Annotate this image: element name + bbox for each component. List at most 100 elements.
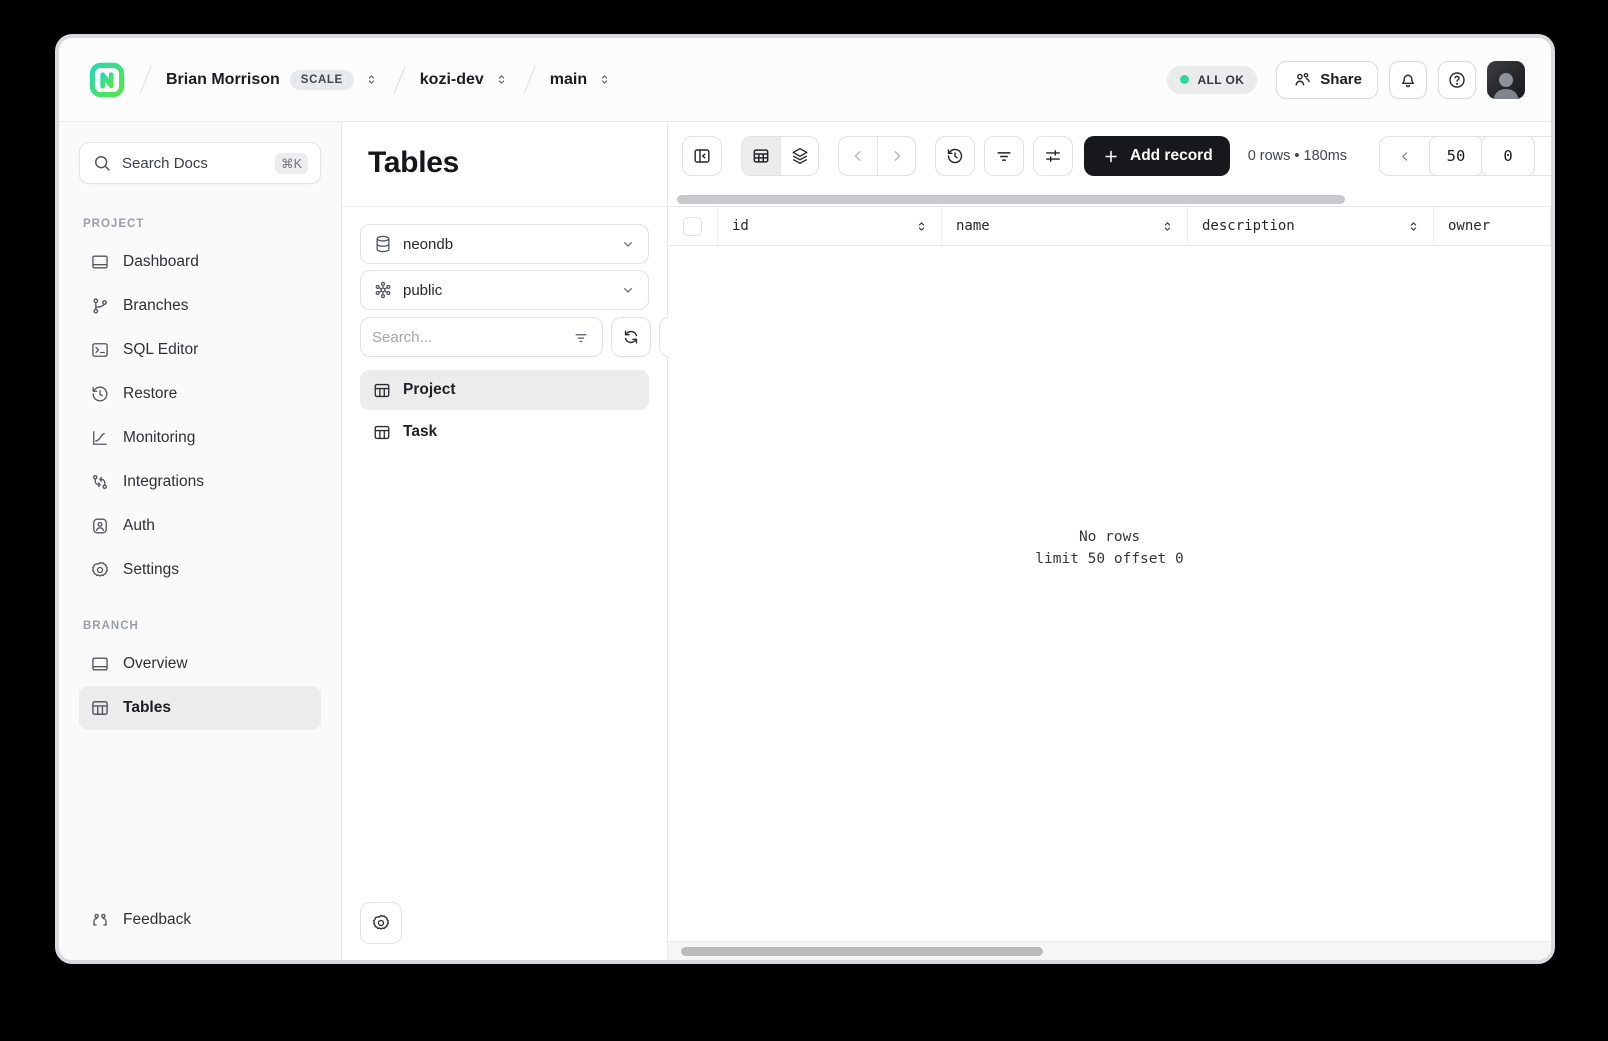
- next-page-button[interactable]: [877, 137, 915, 175]
- prev-page-button[interactable]: [839, 137, 877, 175]
- sidebar-item-settings[interactable]: Settings: [79, 548, 321, 592]
- sidebar-item-tables[interactable]: Tables: [79, 686, 321, 730]
- layers-view-button[interactable]: [780, 137, 818, 175]
- scrollbar-thumb[interactable]: [681, 947, 1043, 956]
- breadcrumb-branch[interactable]: main: [550, 71, 612, 89]
- filter-icon[interactable]: [571, 328, 591, 346]
- sidebar: Search Docs ⌘K PROJECT Dashboard Branche…: [59, 122, 342, 960]
- grid-horizontal-scrollbar-top[interactable]: [668, 193, 1551, 206]
- grid-view-icon: [753, 149, 769, 163]
- chevron-updown-icon: [601, 75, 608, 84]
- breadcrumb-project[interactable]: kozi-dev: [420, 71, 509, 89]
- filter-button[interactable]: [984, 136, 1024, 176]
- table-item-label: Task: [403, 423, 438, 440]
- sort-icon[interactable]: [914, 219, 929, 234]
- sidebar-item-label: Monitoring: [123, 429, 196, 446]
- database-select[interactable]: neondb: [360, 224, 649, 264]
- sidebar-item-label: Feedback: [123, 911, 192, 928]
- collapse-panel-button[interactable]: [682, 136, 722, 176]
- search-docs-button[interactable]: Search Docs ⌘K: [79, 142, 321, 184]
- tables-panel-footer: [342, 902, 667, 960]
- help-button[interactable]: [1438, 60, 1476, 99]
- project-name: kozi-dev: [419, 70, 484, 88]
- query-stats: 0 rows • 180ms: [1247, 148, 1348, 164]
- offset-input[interactable]: 0: [1481, 137, 1535, 175]
- refresh-button[interactable]: [611, 317, 651, 357]
- restore-icon: [92, 386, 108, 402]
- grid-body: No rows limit 50 offset 0: [668, 246, 1551, 941]
- grid-header-row: id name description owner: [668, 206, 1551, 246]
- grid-view-button[interactable]: [742, 137, 780, 175]
- breadcrumb-org[interactable]: Brian Morrison SCALE: [166, 69, 379, 90]
- tables-icon: [92, 701, 108, 715]
- sidebar-item-label: Auth: [123, 517, 155, 534]
- neon-logo[interactable]: [89, 62, 125, 98]
- auth-badge-icon: [93, 518, 107, 534]
- status-badge[interactable]: ALL OK: [1167, 65, 1258, 94]
- select-all-cell: [668, 207, 718, 245]
- pagination-control: 50 0: [1379, 136, 1551, 176]
- table-search-field[interactable]: [360, 317, 603, 357]
- table-search-input[interactable]: [372, 328, 571, 346]
- table-list-item-task[interactable]: Task: [360, 412, 649, 452]
- scrollbar-thumb[interactable]: [677, 195, 1345, 204]
- monitoring-icon: [93, 431, 107, 445]
- sidebar-item-integrations[interactable]: Integrations: [79, 460, 321, 504]
- breadcrumb-separator: [523, 65, 536, 94]
- sidebar-item-feedback[interactable]: Feedback: [79, 898, 321, 942]
- panel-settings-button[interactable]: [360, 902, 402, 944]
- sidebar-item-label: Integrations: [123, 473, 204, 490]
- column-header-owner[interactable]: owner: [1434, 207, 1551, 245]
- column-label: name: [956, 218, 990, 234]
- overview-icon: [92, 657, 108, 671]
- add-record-label: Add record: [1130, 147, 1213, 164]
- sidebar-item-sql-editor[interactable]: SQL Editor: [79, 328, 321, 372]
- select-all-checkbox[interactable]: [683, 216, 702, 236]
- column-header-name[interactable]: name: [942, 207, 1188, 245]
- dashboard-icon: [92, 255, 108, 269]
- column-header-id[interactable]: id: [718, 207, 942, 245]
- plus-icon: [1105, 150, 1117, 162]
- table-icon: [374, 383, 390, 397]
- avatar[interactable]: [1487, 60, 1525, 99]
- sidebar-item-overview[interactable]: Overview: [79, 642, 321, 686]
- grid-horizontal-scrollbar-bottom[interactable]: [668, 941, 1551, 960]
- sidebar-item-branches[interactable]: Branches: [79, 284, 321, 328]
- table-search-row: [360, 317, 699, 357]
- chevron-left-icon: [1402, 151, 1408, 161]
- table-list-item-project[interactable]: Project: [360, 370, 649, 410]
- sidebar-item-label: SQL Editor: [123, 341, 199, 358]
- add-record-button[interactable]: Add record: [1084, 136, 1230, 176]
- history-button[interactable]: [935, 136, 975, 176]
- people-icon: [1295, 72, 1311, 86]
- section-label-branch: BRANCH: [83, 620, 139, 632]
- sort-icon[interactable]: [1406, 219, 1421, 234]
- column-settings-button[interactable]: [1033, 136, 1073, 176]
- titlebar: Brian Morrison SCALE kozi-dev main ALL O…: [59, 38, 1551, 122]
- schema-select[interactable]: public: [360, 270, 649, 310]
- column-label: description: [1202, 218, 1295, 234]
- share-button[interactable]: Share: [1276, 60, 1378, 99]
- body: Search Docs ⌘K PROJECT Dashboard Branche…: [59, 122, 1551, 960]
- layers-icon: [792, 148, 807, 164]
- branch-name: main: [549, 70, 588, 88]
- pagination-prev-button[interactable]: [1380, 137, 1430, 175]
- column-label: id: [732, 218, 749, 234]
- sidebar-item-label: Branches: [123, 297, 189, 314]
- sidebar-item-auth[interactable]: Auth: [79, 504, 321, 548]
- page-title: Tables: [368, 146, 460, 179]
- limit-input[interactable]: 50: [1429, 137, 1483, 175]
- status-dot-icon: [1180, 75, 1190, 84]
- integrations-icon: [93, 475, 108, 490]
- sidebar-item-dashboard[interactable]: Dashboard: [79, 240, 321, 284]
- sidebar-item-monitoring[interactable]: Monitoring: [79, 416, 321, 460]
- panel-collapse-icon: [694, 149, 710, 163]
- notifications-button[interactable]: [1389, 60, 1427, 99]
- org-name: Brian Morrison: [166, 70, 280, 88]
- table-item-label: Project: [403, 381, 456, 398]
- sidebar-item-restore[interactable]: Restore: [79, 372, 321, 416]
- search-shortcut-badge: ⌘K: [275, 152, 308, 174]
- git-branch-icon: [93, 298, 107, 314]
- column-header-description[interactable]: description: [1188, 207, 1434, 245]
- sort-icon[interactable]: [1160, 219, 1175, 234]
